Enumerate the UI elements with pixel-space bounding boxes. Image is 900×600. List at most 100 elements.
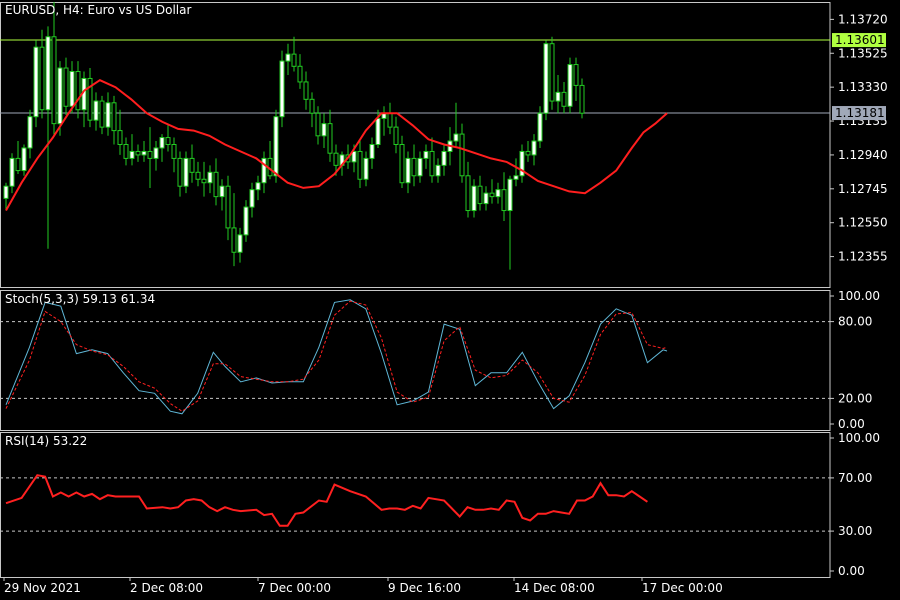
price-pane[interactable]: 1.137201.135251.133301.131351.129401.127… xyxy=(0,2,888,288)
candle-body xyxy=(471,185,477,212)
time-tick-label: 2 Dec 08:00 xyxy=(130,581,203,595)
rsi-pane[interactable]: 100.00 70.00 30.00 0.00 xyxy=(0,431,880,578)
candle-body xyxy=(285,53,291,62)
time-tick-label: 29 Nov 2021 xyxy=(4,581,81,595)
time-axis: 29 Nov 2021 2 Dec 08:00 7 Dec 00:00 9 Dec 1… xyxy=(3,577,723,595)
candle-body xyxy=(393,126,399,145)
rsi-tick-label: 30.00 xyxy=(838,524,872,538)
candle-body xyxy=(93,100,99,121)
candle-body xyxy=(531,140,537,156)
price-tick-label: 1.12745 xyxy=(838,182,888,196)
candle-body xyxy=(279,60,285,118)
candle-body xyxy=(327,123,333,154)
candle-body xyxy=(219,185,225,198)
candle-body xyxy=(477,185,483,205)
candle-body xyxy=(429,150,435,177)
candle-body xyxy=(159,137,165,149)
candle-body xyxy=(213,171,219,198)
price-tick-label: 1.13720 xyxy=(838,12,888,26)
candle-body xyxy=(405,157,411,184)
candle-body xyxy=(51,36,57,125)
candle-body xyxy=(363,157,369,180)
time-tick-label: 7 Dec 00:00 xyxy=(258,581,331,595)
stochastic-pane[interactable]: 100.00 80.00 20.00 0.00 xyxy=(0,289,880,431)
candle-body xyxy=(483,192,489,205)
candle-body xyxy=(63,67,69,107)
candle-body xyxy=(333,152,339,166)
price-tick-label: 1.13330 xyxy=(838,80,888,94)
candle-body xyxy=(315,112,321,137)
candle-body xyxy=(225,185,231,229)
candle-body xyxy=(495,189,501,198)
candle-body xyxy=(567,64,573,107)
candle-body xyxy=(297,65,303,83)
candle-body xyxy=(45,36,51,111)
stoch-tick-label: 80.00 xyxy=(838,315,872,329)
price-tick-label: 1.12355 xyxy=(838,250,888,264)
candle-body xyxy=(249,189,255,208)
candle-body xyxy=(273,116,279,177)
candle-body xyxy=(15,157,21,172)
candle-body xyxy=(573,64,579,86)
candle-body xyxy=(39,46,45,111)
stoch-tick-label: 100.00 xyxy=(838,289,880,303)
candle-body xyxy=(309,98,315,114)
time-tick-label: 14 Dec 08:00 xyxy=(514,581,595,595)
rsi-tick-label: 0.00 xyxy=(838,564,865,578)
candle-body xyxy=(165,137,171,146)
candle-body xyxy=(459,133,465,177)
candle-body xyxy=(123,144,129,159)
candle-body xyxy=(3,185,9,199)
stoch-tick-label: 0.00 xyxy=(838,417,865,431)
candle-body xyxy=(507,178,513,212)
candle-body xyxy=(153,147,159,159)
price-tick-label: 1.12550 xyxy=(838,216,888,230)
candle-body xyxy=(147,150,153,159)
stoch-series-line xyxy=(5,300,668,412)
candle-body xyxy=(435,164,441,177)
candle-body xyxy=(369,144,375,159)
candle-body xyxy=(513,175,519,180)
candle-body xyxy=(357,150,363,180)
candle-body xyxy=(177,157,183,187)
candle-body xyxy=(321,123,327,137)
candle-body xyxy=(135,150,141,156)
price-tick-label: 1.12940 xyxy=(838,148,888,162)
candle-body xyxy=(21,147,27,172)
candle-body xyxy=(465,175,471,212)
price-tick-label: 1.13525 xyxy=(838,46,888,60)
candle-body xyxy=(501,189,507,212)
candle-body xyxy=(441,150,447,166)
stoch-frame xyxy=(0,290,831,431)
candle-body xyxy=(207,171,213,184)
candle-body xyxy=(57,67,63,125)
candle-body xyxy=(555,91,561,102)
candle-body xyxy=(69,71,75,107)
candle-body xyxy=(141,150,147,156)
stoch-title: Stoch(5,3,3) 59.13 61.34 xyxy=(5,292,155,306)
candle-body xyxy=(9,157,15,187)
candle-body xyxy=(525,150,531,156)
trading-chart[interactable]: 1.137201.135251.133301.131351.129401.127… xyxy=(0,0,900,600)
time-tick-label: 17 Dec 00:00 xyxy=(642,581,723,595)
candle-body xyxy=(33,46,39,118)
stoch-tick-label: 20.00 xyxy=(838,391,872,405)
rsi-tick-label: 100.00 xyxy=(838,431,880,445)
candle-body xyxy=(399,144,405,184)
rsi-title: RSI(14) 53.22 xyxy=(5,434,87,448)
candle-body xyxy=(231,227,237,253)
candle-body xyxy=(411,157,417,177)
candle-body xyxy=(375,117,381,146)
candle-body xyxy=(171,144,177,159)
time-tick-label: 9 Dec 16:00 xyxy=(388,581,461,595)
candle-body xyxy=(243,206,249,236)
candle-body xyxy=(255,182,261,191)
rsi-series-line xyxy=(5,474,648,527)
candle-body xyxy=(183,157,189,187)
candle-body xyxy=(351,150,357,163)
rsi-frame xyxy=(0,432,831,578)
candle-body xyxy=(453,133,459,142)
candle-body xyxy=(387,112,393,128)
candle-body xyxy=(489,192,495,198)
candle-body xyxy=(195,171,201,180)
